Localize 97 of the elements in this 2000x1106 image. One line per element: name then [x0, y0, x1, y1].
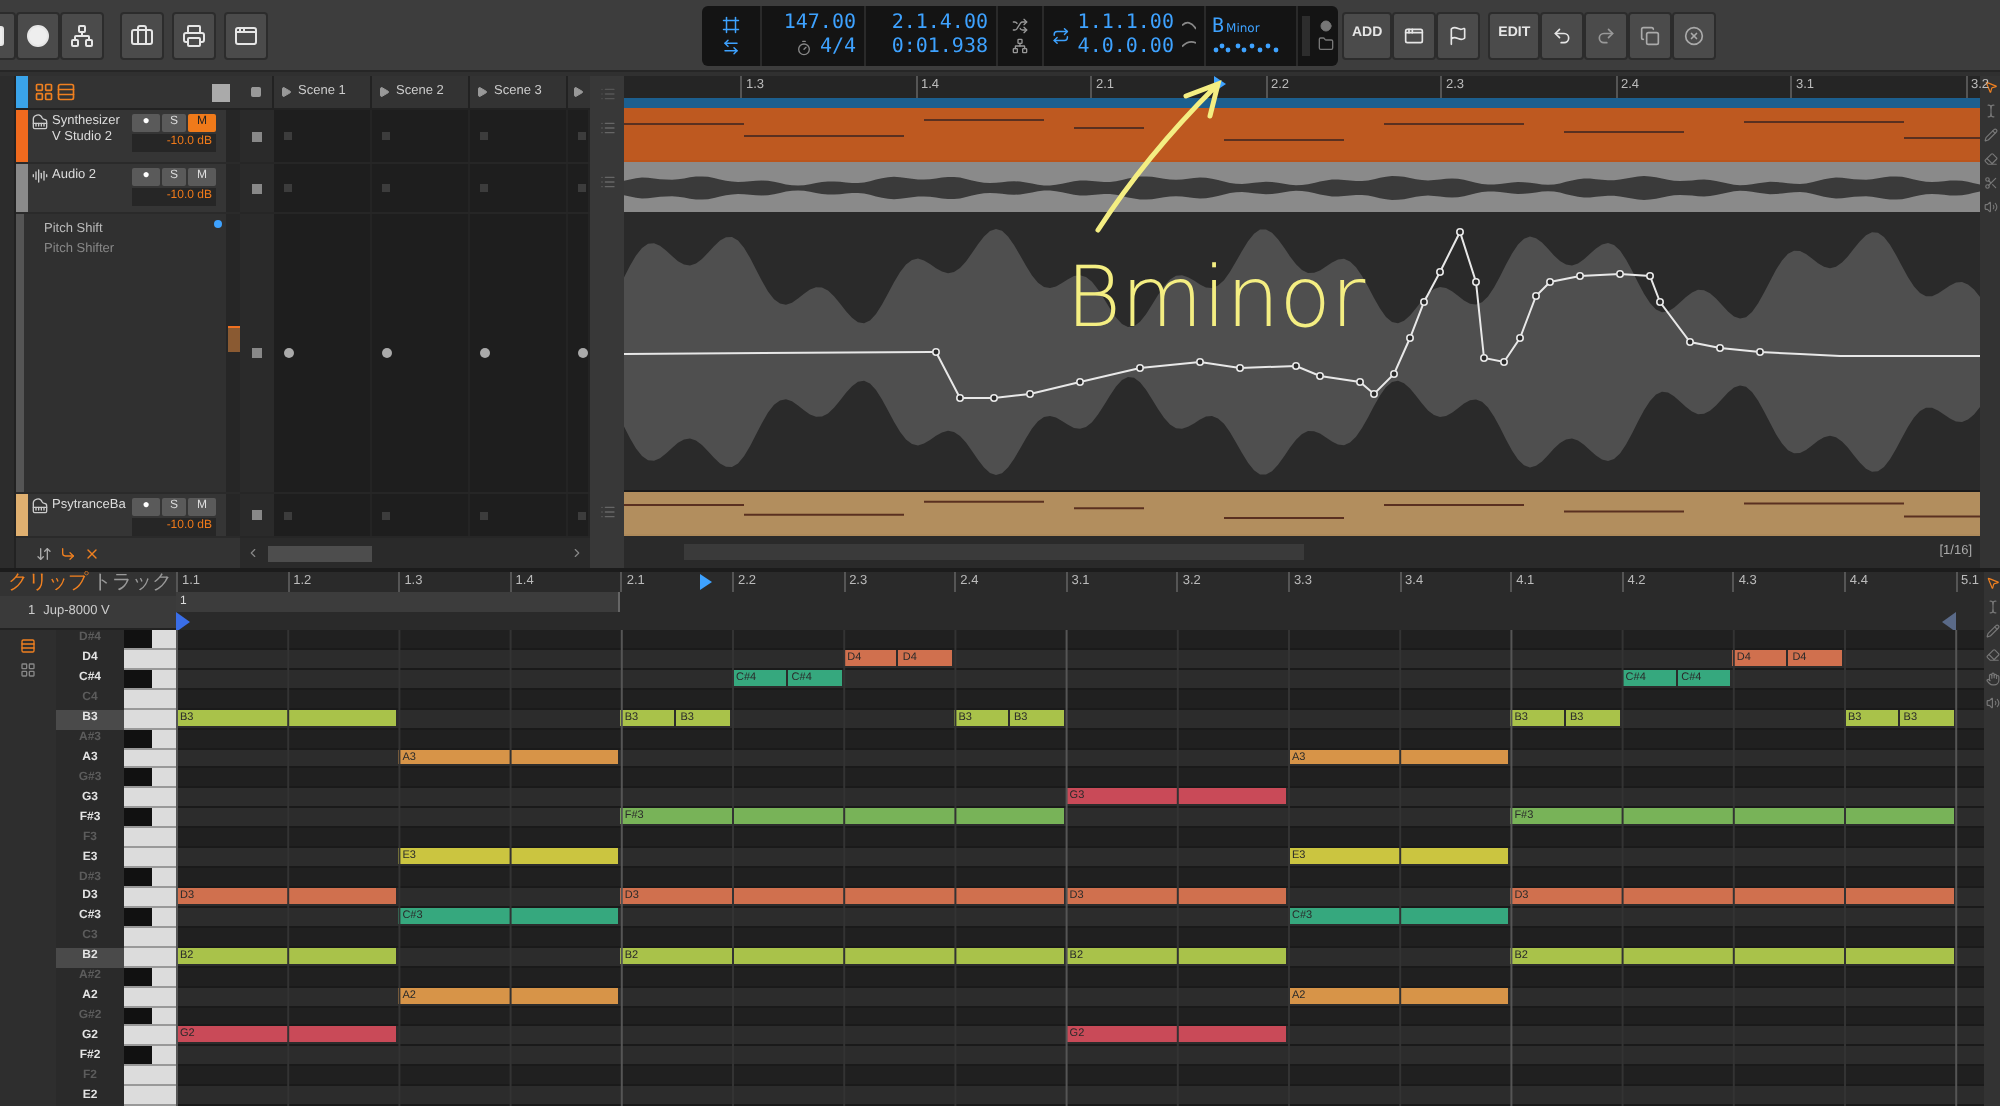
- eraser-icon: [1985, 648, 1999, 662]
- sharp-piano-key[interactable]: [124, 630, 176, 650]
- metronome-icon: [795, 39, 812, 55]
- text-cursor-icon: [1983, 104, 1997, 118]
- folder-icon: [1318, 35, 1334, 51]
- printer-icon: [182, 23, 206, 47]
- text-cursor-icon: [1985, 600, 1999, 614]
- speaker-icon: [1983, 200, 1997, 214]
- copy-button[interactable]: [1628, 11, 1673, 59]
- natural-piano-key[interactable]: [124, 1026, 176, 1047]
- sharp-piano-key[interactable]: [124, 1007, 176, 1027]
- delete-button[interactable]: [1672, 11, 1717, 59]
- resize-icon: [36, 545, 52, 561]
- record-button[interactable]: [16, 11, 60, 59]
- redo-icon: [1596, 25, 1617, 45]
- stop-slot-icon: [252, 131, 262, 141]
- handwritten-annotation: Bminor: [1066, 256, 1366, 340]
- nodes-icon: [1012, 37, 1028, 53]
- position-beats: 2.1.4.00: [891, 11, 988, 35]
- panel-tab[interactable]: トラック: [92, 572, 172, 596]
- undo-icon: [1552, 25, 1573, 45]
- pencil-icon: [1985, 624, 1999, 638]
- sharp-piano-key[interactable]: [124, 868, 176, 888]
- expand-icon: [212, 83, 230, 101]
- sharp-piano-key[interactable]: [124, 768, 176, 789]
- flag-icon: [1448, 25, 1469, 45]
- nodes-icon: [70, 23, 94, 47]
- list-icon: [599, 504, 615, 520]
- natural-piano-key[interactable]: [124, 749, 176, 769]
- redo-button[interactable]: [1584, 11, 1629, 59]
- key-root[interactable]: B: [1212, 16, 1225, 40]
- position-time: 0:01.938: [891, 35, 988, 59]
- swap-icon: [722, 37, 740, 55]
- play-icon: [476, 86, 488, 98]
- grid-view-icon: [20, 662, 36, 678]
- printer-button[interactable]: [172, 11, 216, 59]
- selection-strip: [16, 76, 28, 108]
- eraser-icon: [1983, 152, 1997, 166]
- scrollbar-thumb: [268, 545, 372, 561]
- loop-length[interactable]: 4.0.0.00: [1077, 35, 1174, 59]
- list-icon: [599, 85, 615, 101]
- sharp-piano-key[interactable]: [124, 1046, 176, 1067]
- marker-button[interactable]: [1436, 11, 1481, 59]
- list-icon: [599, 174, 615, 190]
- hand-icon: [1985, 672, 1999, 686]
- play-icon: [572, 86, 584, 98]
- piano-icon: [32, 114, 48, 130]
- stop-slot-icon: [252, 183, 262, 193]
- loop-start[interactable]: 1.1.1.00: [1077, 11, 1174, 35]
- insert-icon: [60, 545, 76, 561]
- play-icon: [378, 86, 390, 98]
- copy-icon: [1640, 25, 1661, 45]
- window-icon: [1404, 25, 1425, 45]
- scale-dots-icon: [1212, 42, 1280, 54]
- pencil-icon: [1983, 128, 1997, 142]
- briefcase-button[interactable]: [120, 11, 164, 59]
- undo-button[interactable]: [1540, 11, 1585, 59]
- speaker-icon: [1985, 696, 1999, 710]
- pointer-tool-icon: [1985, 576, 1999, 590]
- panel-tab[interactable]: クリップ: [8, 572, 88, 596]
- time-signature[interactable]: 4/4: [819, 35, 856, 59]
- scroll-left-icon: [246, 546, 260, 560]
- sharp-piano-key[interactable]: [124, 729, 176, 750]
- audio-icon: [32, 168, 48, 184]
- clip-button[interactable]: [1392, 11, 1437, 59]
- close-icon: [84, 545, 100, 561]
- play-icon: [280, 86, 292, 98]
- tempo-readout[interactable]: 147.00: [783, 11, 856, 35]
- stop-slot-icon: [252, 348, 262, 358]
- note-view-icon: [20, 638, 36, 654]
- sharp-piano-key[interactable]: [124, 967, 176, 988]
- loop-icon: [1052, 25, 1070, 45]
- grid-view-icon: [34, 82, 54, 102]
- playhead-marker: [700, 574, 712, 590]
- record-icon: [26, 23, 50, 47]
- follow-icon: [1012, 17, 1028, 33]
- loop-square-icon: [722, 15, 740, 33]
- natural-piano-key[interactable]: [124, 848, 176, 869]
- natural-piano-key[interactable]: [124, 788, 176, 809]
- dot-icon: [1320, 19, 1332, 31]
- scissors-icon: [1983, 176, 1997, 190]
- window-icon: [234, 23, 258, 47]
- stop-icon: [250, 86, 262, 98]
- delete-icon: [1684, 25, 1705, 45]
- sharp-piano-key[interactable]: [124, 669, 176, 690]
- nodes-button[interactable]: [60, 11, 104, 59]
- list-icon: [599, 120, 615, 136]
- sharp-piano-key[interactable]: [124, 808, 176, 829]
- list-view-icon: [56, 82, 76, 102]
- briefcase-icon: [130, 23, 154, 47]
- volume-fader[interactable]: [226, 214, 240, 492]
- stop-slot-icon: [252, 510, 262, 520]
- piano-icon: [32, 498, 48, 514]
- playhead-marker: [1214, 76, 1226, 92]
- sharp-piano-key[interactable]: [124, 907, 176, 928]
- window-button[interactable]: [224, 11, 268, 59]
- scroll-right-icon: [570, 546, 584, 560]
